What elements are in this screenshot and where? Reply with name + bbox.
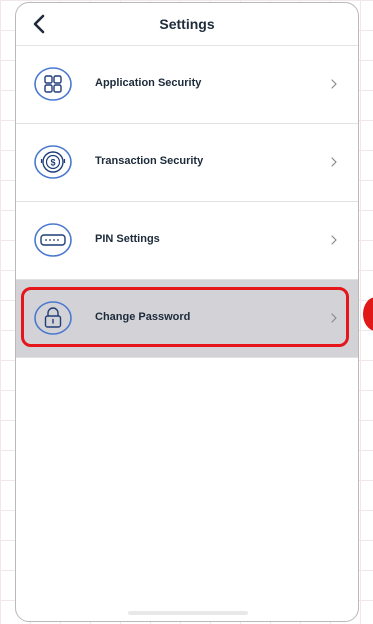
menu-item-change-password[interactable]: Change Password — [16, 280, 358, 358]
chevron-right-icon — [330, 77, 338, 91]
page-title: Settings — [159, 16, 215, 32]
settings-menu: Application Security $ Transaction Secur… — [16, 46, 358, 358]
menu-item-pin-settings[interactable]: PIN Settings — [16, 202, 358, 280]
menu-item-label: Change Password — [95, 311, 191, 323]
svg-text:$: $ — [50, 158, 55, 168]
chevron-right-icon — [330, 233, 338, 247]
menu-item-label: PIN Settings — [95, 233, 160, 245]
menu-item-application-security[interactable]: Application Security — [16, 46, 358, 124]
navigation-bar: Settings — [16, 3, 358, 46]
pin-keypad-icon — [33, 222, 73, 258]
grid-apps-icon — [33, 66, 73, 102]
phone-screen: Settings Application Security $ Transact… — [15, 2, 359, 622]
chevron-right-icon — [330, 155, 338, 169]
menu-item-label: Application Security — [95, 77, 202, 89]
chevron-right-icon — [330, 311, 338, 325]
step-marker-badge — [363, 297, 373, 331]
lock-icon — [33, 300, 73, 336]
dollar-coin-icon: $ — [33, 144, 73, 180]
menu-item-label: Transaction Security — [95, 155, 204, 167]
menu-item-transaction-security[interactable]: $ Transaction Security — [16, 124, 358, 202]
home-indicator — [128, 611, 248, 615]
